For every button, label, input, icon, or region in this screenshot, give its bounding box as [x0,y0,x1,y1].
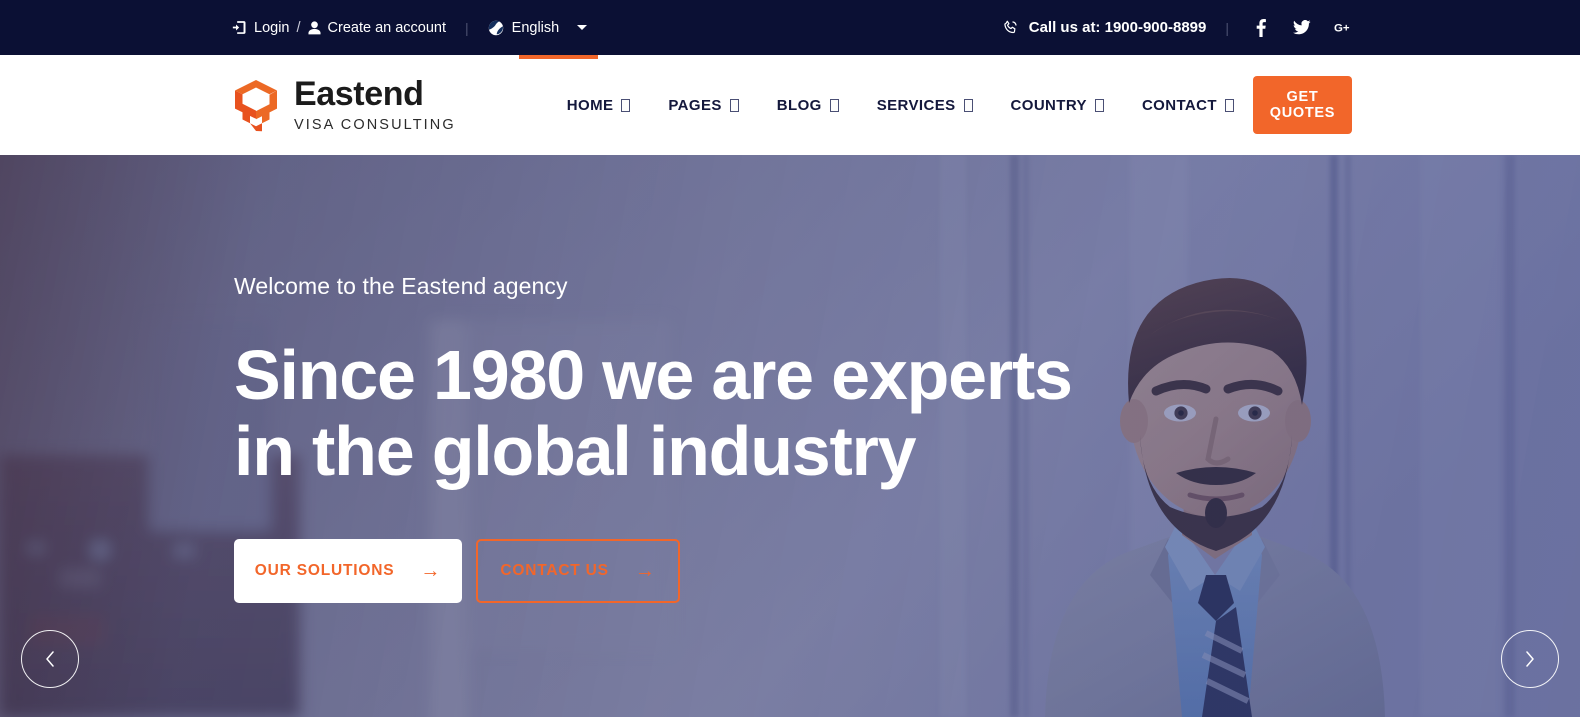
nav-item-label: SERVICES [876,96,956,114]
topbar-slash: / [296,19,301,36]
hero-cta-group: OUR SOLUTIONS → CONTACT US → [234,539,1072,604]
nav-item-services[interactable]: SERVICES [858,97,992,114]
nav-item-label: BLOG [776,96,822,114]
main-navigation: HOME PAGES BLOG SERVICES COUNTRY CONTACT [548,97,1253,114]
our-solutions-button[interactable]: OUR SOLUTIONS → [234,539,462,604]
arrow-right-icon: → [634,560,656,583]
hero-content: Welcome to the Eastend agency Since 1980… [234,273,1073,604]
brand-text: Eastend VISA CONSULTING [294,77,456,133]
eastend-cube-logo-icon [232,79,280,132]
get-quotes-button[interactable]: GET QUOTES [1252,76,1352,134]
chevron-left-icon [42,649,58,669]
chevron-right-icon [1522,649,1538,669]
phone-number: Call us at: 1900-900-8899 [1002,19,1207,36]
hero-eyebrow: Welcome to the Eastend agency [234,273,568,299]
chevron-down-icon [1224,98,1234,112]
nav-item-label: HOME [566,96,614,114]
google-plus-icon[interactable]: G+ [1334,18,1352,38]
globe-icon [488,20,504,36]
arrow-right-icon: → [420,560,442,583]
contact-us-label: CONTACT US [500,562,609,580]
carousel-next-button[interactable] [1501,630,1559,688]
chevron-down-icon [1094,98,1104,112]
top-bar-right-group: Call us at: 1900-900-8899 | G+ [1002,18,1352,38]
active-nav-indicator [519,55,598,59]
nav-item-label: PAGES [668,96,722,114]
topbar-divider-left: | [465,19,469,36]
user-icon [307,20,321,35]
hero-title: Since 1980 we are experts in the global … [234,336,1073,490]
phone-label: Call us at: 1900-900-8899 [1028,19,1207,36]
social-links: G+ [1252,18,1352,38]
brand-tagline: VISA CONSULTING [294,117,456,134]
contact-us-button[interactable]: CONTACT US → [476,539,680,604]
nav-item-pages[interactable]: PAGES [649,97,757,114]
phone-volume-icon [1002,19,1019,36]
nav-item-contact[interactable]: CONTACT [1123,97,1253,114]
top-bar: Login / Create an account | English Call… [0,0,1580,55]
chevron-down-icon [963,98,973,112]
login-link[interactable]: Login [232,20,289,36]
svg-text:G+: G+ [1334,23,1350,35]
chevron-down-icon [577,25,588,30]
chevron-down-icon [829,98,839,112]
nav-item-home[interactable]: HOME [548,97,650,114]
chevron-down-icon [621,98,631,112]
our-solutions-label: OUR SOLUTIONS [254,562,395,580]
language-selector[interactable]: English [488,20,588,36]
nav-item-country[interactable]: COUNTRY [992,97,1123,114]
create-account-label: Create an account [327,19,447,36]
sign-in-icon [232,20,247,35]
top-bar-left-group: Login / Create an account | English [232,19,588,36]
brand-logo[interactable]: Eastend VISA CONSULTING [232,77,456,133]
twitter-icon[interactable] [1293,18,1311,38]
brand-name: Eastend [294,75,424,114]
hero-slider: Welcome to the Eastend agency Since 1980… [0,155,1580,717]
chevron-down-icon [729,98,739,112]
create-account-link[interactable]: Create an account [307,19,447,36]
language-label: English [511,19,560,36]
topbar-divider-right: | [1225,19,1229,36]
login-label: Login [254,19,290,36]
nav-item-label: COUNTRY [1010,96,1087,114]
site-header: Eastend VISA CONSULTING HOME PAGES BLOG … [0,55,1580,155]
nav-item-label: CONTACT [1141,96,1217,114]
nav-item-blog[interactable]: BLOG [758,97,858,114]
facebook-icon[interactable] [1252,18,1270,38]
carousel-prev-button[interactable] [21,630,79,688]
